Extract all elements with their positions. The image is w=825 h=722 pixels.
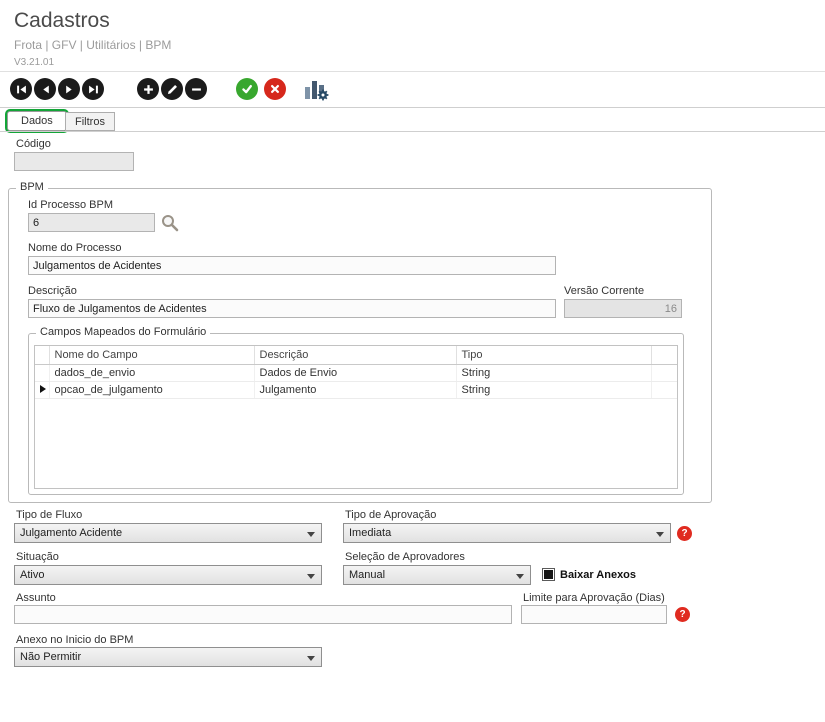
nome-processo-label: Nome do Processo bbox=[28, 242, 122, 254]
baixar-anexos-checkbox[interactable] bbox=[542, 568, 555, 581]
codigo-label: Código bbox=[16, 138, 51, 150]
tipo-aprovacao-select[interactable]: Imediata bbox=[343, 523, 671, 543]
grid-col-nome: Nome do Campo bbox=[49, 346, 255, 365]
cell-nome[interactable]: dados_de_envio bbox=[49, 364, 255, 382]
id-processo-input[interactable] bbox=[28, 213, 155, 232]
descricao-label: Descrição bbox=[28, 285, 77, 297]
check-icon bbox=[242, 84, 252, 94]
chevron-down-icon bbox=[516, 574, 524, 579]
first-record-button[interactable] bbox=[10, 78, 32, 100]
tipo-aprovacao-label: Tipo de Aprovação bbox=[345, 509, 437, 521]
selected-row-indicator-icon bbox=[40, 384, 46, 393]
anexo-inicio-value: Não Permitir bbox=[20, 651, 82, 663]
grid-header-row: Nome do Campo Descrição Tipo bbox=[35, 346, 677, 365]
campos-grid[interactable]: Nome do Campo Descrição Tipo dados_de_en… bbox=[34, 345, 678, 489]
help-icon[interactable]: ? bbox=[675, 607, 690, 622]
last-record-icon bbox=[88, 85, 98, 93]
pencil-icon bbox=[167, 84, 177, 94]
assunto-label: Assunto bbox=[16, 592, 56, 604]
table-row[interactable]: dados_de_envio Dados de Envio String bbox=[35, 364, 677, 382]
x-icon bbox=[270, 84, 280, 94]
tab-dados-label: Dados bbox=[21, 115, 53, 127]
cancel-button[interactable] bbox=[264, 78, 286, 100]
row-indicator-cell bbox=[35, 364, 50, 382]
checkbox-check-icon bbox=[544, 570, 553, 579]
codigo-input[interactable] bbox=[14, 152, 134, 171]
situacao-select[interactable]: Ativo bbox=[14, 565, 322, 585]
id-processo-label: Id Processo BPM bbox=[28, 199, 113, 211]
cadastros-window: Cadastros Frota | GFV | Utilitários | BP… bbox=[0, 0, 825, 722]
versao-corrente-input bbox=[564, 299, 682, 318]
row-indicator-cell bbox=[35, 381, 50, 399]
chevron-down-icon bbox=[307, 574, 315, 579]
next-record-icon bbox=[65, 85, 72, 93]
previous-record-icon bbox=[42, 85, 49, 93]
cell-descricao[interactable]: Julgamento bbox=[254, 381, 457, 399]
first-record-icon bbox=[16, 85, 26, 93]
cell-descricao[interactable]: Dados de Envio bbox=[254, 364, 457, 382]
cell-tipo[interactable]: String bbox=[456, 381, 652, 399]
toolbar-divider bbox=[0, 107, 825, 108]
assunto-input[interactable] bbox=[14, 605, 512, 624]
last-record-button[interactable] bbox=[82, 78, 104, 100]
situacao-value: Ativo bbox=[20, 569, 45, 581]
tipo-fluxo-value: Julgamento Acidente bbox=[20, 527, 123, 539]
help-icon[interactable]: ? bbox=[677, 526, 692, 541]
lookup-button[interactable] bbox=[160, 213, 179, 232]
selecao-aprovadores-value: Manual bbox=[349, 569, 386, 581]
tipo-aprovacao-value: Imediata bbox=[349, 527, 392, 539]
version-label: V3.21.01 bbox=[14, 57, 55, 68]
add-record-button[interactable] bbox=[137, 78, 159, 100]
nome-processo-input[interactable] bbox=[28, 256, 556, 275]
previous-record-button[interactable] bbox=[34, 78, 56, 100]
grid-col-descricao: Descrição bbox=[254, 346, 457, 365]
selecao-aprovadores-select[interactable]: Manual bbox=[343, 565, 531, 585]
tab-filtros-label: Filtros bbox=[75, 115, 105, 128]
chevron-down-icon bbox=[307, 656, 315, 661]
tabs-divider bbox=[0, 131, 825, 132]
grid-col-tipo: Tipo bbox=[456, 346, 652, 365]
breadcrumb: Frota | GFV | Utilitários | BPM bbox=[14, 38, 172, 52]
selecao-aprovadores-label: Seleção de Aprovadores bbox=[345, 551, 465, 563]
chevron-down-icon bbox=[307, 532, 315, 537]
add-icon bbox=[143, 84, 153, 94]
search-icon bbox=[162, 215, 179, 232]
confirm-button[interactable] bbox=[236, 78, 258, 100]
anexo-inicio-label: Anexo no Inicio do BPM bbox=[16, 634, 134, 646]
bar-chart-gear-icon bbox=[305, 81, 329, 101]
bpm-groupbox-title: BPM bbox=[16, 181, 48, 193]
campos-mapeados-title: Campos Mapeados do Formulário bbox=[36, 326, 211, 338]
edit-record-button[interactable] bbox=[161, 78, 183, 100]
tipo-fluxo-label: Tipo de Fluxo bbox=[16, 509, 83, 521]
descricao-input[interactable] bbox=[28, 299, 556, 318]
next-record-button[interactable] bbox=[58, 78, 80, 100]
tab-dados[interactable]: Dados bbox=[7, 111, 67, 131]
table-row-selected[interactable]: opcao_de_julgamento Julgamento String bbox=[35, 381, 677, 399]
baixar-anexos-label: Baixar Anexos bbox=[560, 569, 637, 581]
page-title: Cadastros bbox=[14, 9, 110, 32]
tipo-fluxo-select[interactable]: Julgamento Acidente bbox=[14, 523, 322, 543]
cell-tipo[interactable]: String bbox=[456, 364, 652, 382]
anexo-inicio-select[interactable]: Não Permitir bbox=[14, 647, 322, 667]
cell-nome[interactable]: opcao_de_julgamento bbox=[49, 381, 255, 399]
header-divider bbox=[0, 71, 825, 72]
bpm-chart-button[interactable] bbox=[303, 77, 331, 102]
tab-filtros[interactable]: Filtros bbox=[65, 112, 115, 131]
delete-record-button[interactable] bbox=[185, 78, 207, 100]
situacao-label: Situação bbox=[16, 551, 59, 563]
versao-corrente-label: Versão Corrente bbox=[564, 285, 645, 297]
grid-indicator-header bbox=[35, 346, 50, 365]
limite-aprovacao-label: Limite para Aprovação (Dias) bbox=[523, 592, 665, 604]
grid-col-filler bbox=[651, 346, 677, 365]
chevron-down-icon bbox=[656, 532, 664, 537]
minus-icon bbox=[191, 87, 201, 91]
limite-aprovacao-input[interactable] bbox=[521, 605, 667, 624]
